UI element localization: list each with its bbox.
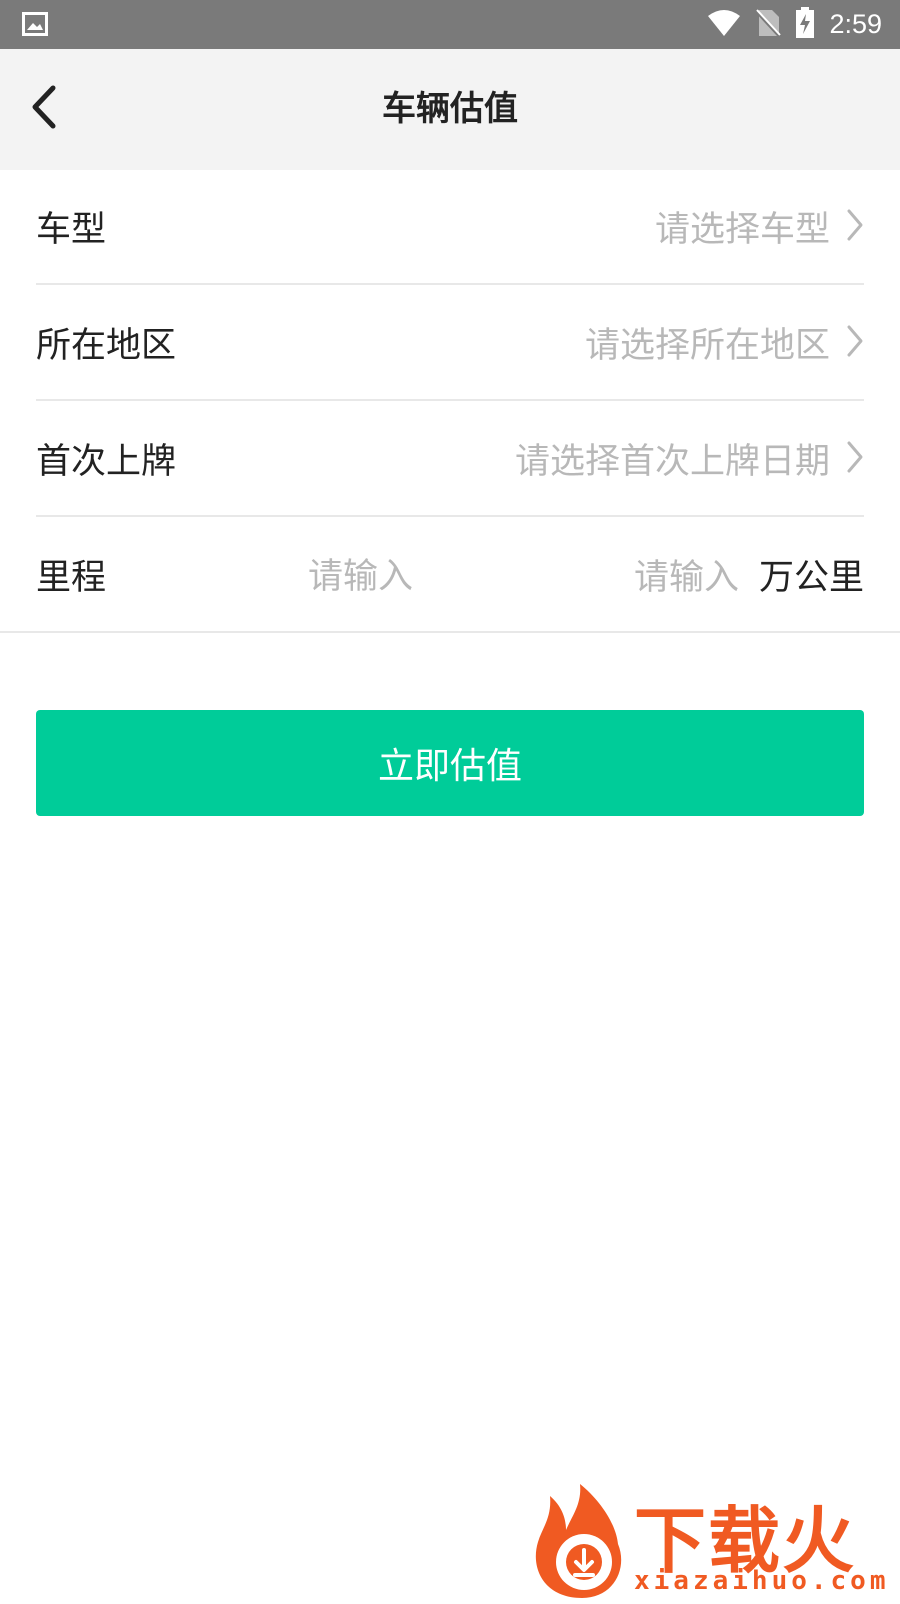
watermark-text-en: xiazaihuo.com [634, 1566, 890, 1596]
mileage-input[interactable]: 请输入 [308, 548, 413, 599]
car-model-placeholder: 请选择车型 [654, 210, 830, 250]
evaluate-now-button[interactable]: 立即估值 [36, 710, 864, 816]
region-placeholder: 请选择所在地区 [584, 326, 830, 366]
page-title: 车辆估值 [382, 89, 518, 129]
mileage-label: 里程 [36, 558, 107, 598]
no-sim-icon [755, 8, 782, 42]
chevron-right-icon [846, 208, 864, 246]
mileage-value-field[interactable]: 请输入 [634, 549, 739, 600]
region-row[interactable]: 所在地区 请选择所在地区 [36, 286, 864, 401]
mileage-row: 里程 请输入 请输入 万公里 [0, 518, 900, 633]
flame-download-icon [530, 1482, 634, 1604]
status-time: 2:59 [829, 9, 882, 39]
first-registration-placeholder: 请选择首次上牌日期 [514, 442, 830, 482]
watermark-logo: 下载火 xiazaihuo.com [530, 1482, 900, 1600]
chevron-right-icon [846, 440, 864, 478]
wifi-icon [707, 9, 741, 41]
region-label: 所在地区 [36, 326, 177, 366]
mileage-unit: 万公里 [758, 558, 864, 598]
chevron-right-icon [846, 324, 864, 362]
car-model-label: 车型 [36, 210, 107, 250]
car-model-row[interactable]: 车型 请选择车型 [36, 170, 864, 285]
first-registration-row[interactable]: 首次上牌 请选择首次上牌日期 [36, 402, 864, 517]
first-registration-label: 首次上牌 [36, 442, 177, 482]
image-icon [22, 12, 48, 40]
status-bar: 2:59 [0, 0, 900, 49]
battery-charging-icon [795, 6, 815, 43]
app-bar: 车辆估值 [0, 49, 900, 170]
evaluate-now-label: 立即估值 [377, 746, 522, 787]
